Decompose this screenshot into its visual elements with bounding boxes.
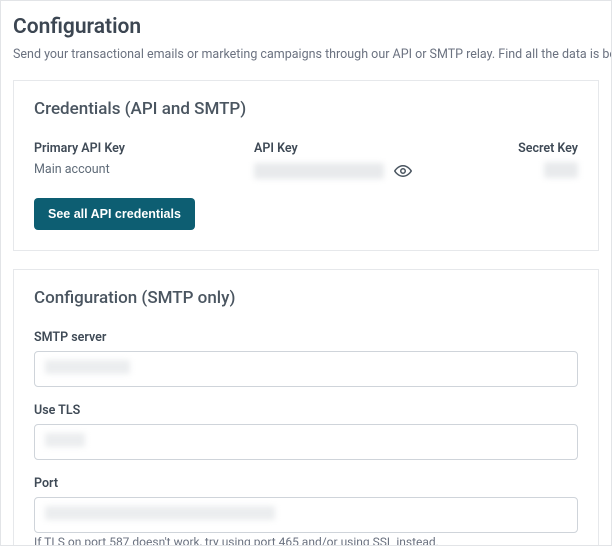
port-label: Port (34, 476, 578, 491)
use-tls-group: Use TLS (34, 403, 578, 460)
smtp-server-label: SMTP server (34, 330, 578, 345)
smtp-server-group: SMTP server (34, 330, 578, 387)
secret-key-value-masked (544, 162, 578, 178)
port-input[interactable] (34, 497, 578, 533)
credentials-card: Credentials (API and SMTP) Primary API K… (13, 80, 599, 251)
config-page: Configuration Send your transactional em… (0, 0, 612, 546)
eye-icon (394, 162, 412, 180)
smtp-server-value-masked (45, 360, 130, 374)
smtp-server-input[interactable] (34, 351, 578, 387)
page-title: Configuration (13, 15, 599, 39)
api-key-col: API Key (254, 141, 494, 180)
reveal-api-key-icon[interactable] (394, 162, 412, 180)
port-hint: If TLS on port 587 doesn't work, try usi… (34, 535, 578, 546)
smtp-card-title: Configuration (SMTP only) (34, 288, 578, 308)
use-tls-label: Use TLS (34, 403, 578, 418)
credentials-card-title: Credentials (API and SMTP) (34, 99, 578, 119)
see-all-credentials-button[interactable]: See all API credentials (34, 198, 195, 230)
primary-api-key-value: Main account (34, 162, 254, 177)
primary-api-key-col: Primary API Key Main account (34, 141, 254, 177)
api-key-label: API Key (254, 141, 494, 156)
primary-api-key-label: Primary API Key (34, 141, 254, 156)
smtp-config-card: Configuration (SMTP only) SMTP server Us… (13, 269, 599, 546)
api-key-value-masked (254, 163, 384, 179)
port-group: Port If TLS on port 587 doesn't work, tr… (34, 476, 578, 546)
use-tls-value-masked (45, 433, 85, 447)
page-description: Send your transactional emails or market… (13, 47, 599, 62)
use-tls-input[interactable] (34, 424, 578, 460)
credentials-row: Primary API Key Main account API Key Sec… (34, 141, 578, 180)
secret-key-col: Secret Key (494, 141, 578, 178)
port-value-masked (45, 506, 275, 520)
secret-key-label: Secret Key (518, 141, 578, 156)
